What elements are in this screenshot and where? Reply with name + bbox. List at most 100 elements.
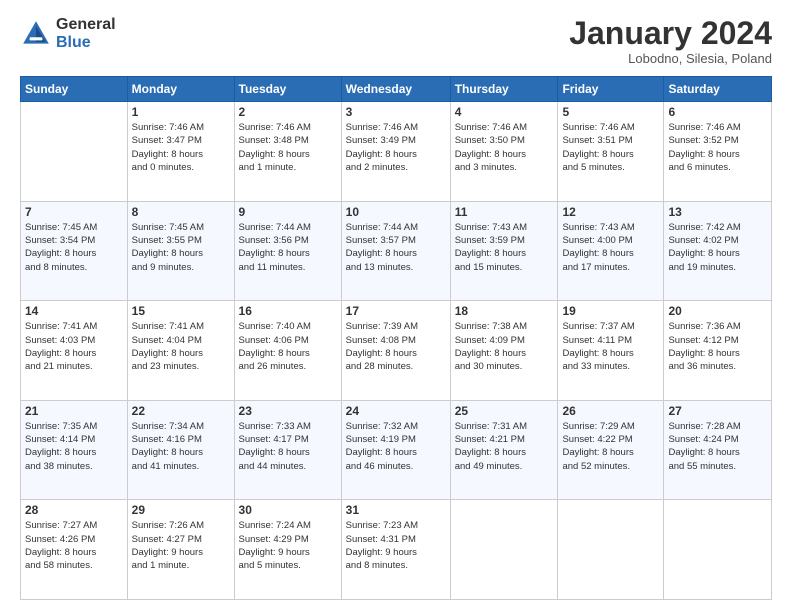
day-number-18: 18 (455, 304, 554, 318)
day-info-13: Sunrise: 7:42 AMSunset: 4:02 PMDaylight:… (668, 221, 767, 274)
cell-2-1: 15 Sunrise: 7:41 AMSunset: 4:04 PMDayligh… (127, 301, 234, 401)
day-info-15: Sunrise: 7:41 AMSunset: 4:04 PMDaylight:… (132, 320, 230, 373)
day-number-22: 22 (132, 404, 230, 418)
cell-1-2: 9 Sunrise: 7:44 AMSunset: 3:56 PMDaylight… (234, 201, 341, 301)
day-info-19: Sunrise: 7:37 AMSunset: 4:11 PMDaylight:… (562, 320, 659, 373)
day-number-2: 2 (239, 105, 337, 119)
cell-2-3: 17Sunrise: 7:39 AMSunset: 4:08 PMDayligh… (341, 301, 450, 401)
cell-3-2: 23 Sunrise: 7:33 AMSunset: 4:17 PMDayligh… (234, 400, 341, 500)
cell-3-6: 27Sunrise: 7:28 AMSunset: 4:24 PMDayligh… (664, 400, 772, 500)
day-number-1: 1 (132, 105, 230, 119)
day-number-4: 4 (455, 105, 554, 119)
day-number-25: 25 (455, 404, 554, 418)
day-info-27: Sunrise: 7:28 AMSunset: 4:24 PMDaylight:… (668, 420, 767, 473)
day-info-2: Sunrise: 7:46 AMSunset: 3:48 PMDaylight:… (239, 121, 337, 174)
day-info-26: Sunrise: 7:29 AMSunset: 4:22 PMDaylight:… (562, 420, 659, 473)
day-info-31: Sunrise: 7:23 AMSunset: 4:31 PMDaylight:… (346, 519, 446, 572)
day-info-25: Sunrise: 7:31 AMSunset: 4:21 PMDaylight:… (455, 420, 554, 473)
logo-text: General Blue (56, 16, 116, 51)
day-number-5: 5 (562, 105, 659, 119)
cell-1-6: 13 Sunrise: 7:42 AMSunset: 4:02 PMDayligh… (664, 201, 772, 301)
logo: General Blue (20, 16, 116, 51)
day-number-19: 19 (562, 304, 659, 318)
cell-4-0: 28 Sunrise: 7:27 AMSunset: 4:26 PMDayligh… (21, 500, 128, 600)
col-monday: Monday (127, 77, 234, 102)
cell-1-3: 10Sunrise: 7:44 AMSunset: 3:57 PMDayligh… (341, 201, 450, 301)
day-number-13: 13 (668, 205, 767, 219)
day-info-20: Sunrise: 7:36 AMSunset: 4:12 PMDaylight:… (668, 320, 767, 373)
cell-4-5 (558, 500, 664, 600)
cell-4-1: 29Sunrise: 7:26 AMSunset: 4:27 PMDayligh… (127, 500, 234, 600)
calendar-header: Sunday Monday Tuesday Wednesday Thursday… (21, 77, 772, 102)
day-number-28: 28 (25, 503, 123, 517)
cell-4-6 (664, 500, 772, 600)
day-info-21: Sunrise: 7:35 AMSunset: 4:14 PMDaylight:… (25, 420, 123, 473)
day-number-23: 23 (239, 404, 337, 418)
day-number-11: 11 (455, 205, 554, 219)
cell-0-0 (21, 102, 128, 202)
day-info-5: Sunrise: 7:46 AMSunset: 3:51 PMDaylight:… (562, 121, 659, 174)
day-info-7: Sunrise: 7:45 AMSunset: 3:54 PMDaylight:… (25, 221, 123, 274)
day-info-1: Sunrise: 7:46 AMSunset: 3:47 PMDaylight:… (132, 121, 230, 174)
cell-2-2: 16 Sunrise: 7:40 AMSunset: 4:06 PMDayligh… (234, 301, 341, 401)
calendar-table: Sunday Monday Tuesday Wednesday Thursday… (20, 76, 772, 600)
day-number-15: 15 (132, 304, 230, 318)
logo-blue-text: Blue (56, 34, 116, 52)
day-number-30: 30 (239, 503, 337, 517)
cell-4-3: 31 Sunrise: 7:23 AMSunset: 4:31 PMDayligh… (341, 500, 450, 600)
cell-0-3: 3 Sunrise: 7:46 AMSunset: 3:49 PMDaylight… (341, 102, 450, 202)
day-info-17: Sunrise: 7:39 AMSunset: 4:08 PMDaylight:… (346, 320, 446, 373)
col-tuesday: Tuesday (234, 77, 341, 102)
day-info-3: Sunrise: 7:46 AMSunset: 3:49 PMDaylight:… (346, 121, 446, 174)
location-subtitle: Lobodno, Silesia, Poland (569, 51, 772, 66)
week-row-4: 28 Sunrise: 7:27 AMSunset: 4:26 PMDayligh… (21, 500, 772, 600)
header: General Blue January 2024 Lobodno, Siles… (20, 16, 772, 66)
cell-2-6: 20 Sunrise: 7:36 AMSunset: 4:12 PMDayligh… (664, 301, 772, 401)
cell-3-0: 21 Sunrise: 7:35 AMSunset: 4:14 PMDayligh… (21, 400, 128, 500)
cell-2-4: 18 Sunrise: 7:38 AMSunset: 4:09 PMDayligh… (450, 301, 558, 401)
day-number-12: 12 (562, 205, 659, 219)
day-number-26: 26 (562, 404, 659, 418)
cell-0-6: 6Sunrise: 7:46 AMSunset: 3:52 PMDaylight… (664, 102, 772, 202)
cell-3-3: 24Sunrise: 7:32 AMSunset: 4:19 PMDayligh… (341, 400, 450, 500)
day-info-10: Sunrise: 7:44 AMSunset: 3:57 PMDaylight:… (346, 221, 446, 274)
day-info-30: Sunrise: 7:24 AMSunset: 4:29 PMDaylight:… (239, 519, 337, 572)
page: General Blue January 2024 Lobodno, Siles… (0, 0, 792, 612)
col-saturday: Saturday (664, 77, 772, 102)
day-info-4: Sunrise: 7:46 AMSunset: 3:50 PMDaylight:… (455, 121, 554, 174)
day-info-14: Sunrise: 7:41 AMSunset: 4:03 PMDaylight:… (25, 320, 123, 373)
day-info-16: Sunrise: 7:40 AMSunset: 4:06 PMDaylight:… (239, 320, 337, 373)
week-row-0: 1 Sunrise: 7:46 AMSunset: 3:47 PMDaylight… (21, 102, 772, 202)
day-info-18: Sunrise: 7:38 AMSunset: 4:09 PMDaylight:… (455, 320, 554, 373)
cell-0-1: 1 Sunrise: 7:46 AMSunset: 3:47 PMDaylight… (127, 102, 234, 202)
cell-0-4: 4 Sunrise: 7:46 AMSunset: 3:50 PMDaylight… (450, 102, 558, 202)
day-number-21: 21 (25, 404, 123, 418)
day-info-22: Sunrise: 7:34 AMSunset: 4:16 PMDaylight:… (132, 420, 230, 473)
day-number-31: 31 (346, 503, 446, 517)
col-wednesday: Wednesday (341, 77, 450, 102)
day-number-3: 3 (346, 105, 446, 119)
col-thursday: Thursday (450, 77, 558, 102)
cell-3-1: 22 Sunrise: 7:34 AMSunset: 4:16 PMDayligh… (127, 400, 234, 500)
cell-1-4: 11Sunrise: 7:43 AMSunset: 3:59 PMDayligh… (450, 201, 558, 301)
cell-1-5: 12 Sunrise: 7:43 AMSunset: 4:00 PMDayligh… (558, 201, 664, 301)
day-number-9: 9 (239, 205, 337, 219)
col-friday: Friday (558, 77, 664, 102)
day-info-23: Sunrise: 7:33 AMSunset: 4:17 PMDaylight:… (239, 420, 337, 473)
cell-0-5: 5 Sunrise: 7:46 AMSunset: 3:51 PMDaylight… (558, 102, 664, 202)
weekday-row: Sunday Monday Tuesday Wednesday Thursday… (21, 77, 772, 102)
week-row-1: 7Sunrise: 7:45 AMSunset: 3:54 PMDaylight… (21, 201, 772, 301)
cell-2-0: 14 Sunrise: 7:41 AMSunset: 4:03 PMDayligh… (21, 301, 128, 401)
cell-3-4: 25 Sunrise: 7:31 AMSunset: 4:21 PMDayligh… (450, 400, 558, 500)
col-sunday: Sunday (21, 77, 128, 102)
day-number-20: 20 (668, 304, 767, 318)
day-number-16: 16 (239, 304, 337, 318)
day-number-14: 14 (25, 304, 123, 318)
day-info-28: Sunrise: 7:27 AMSunset: 4:26 PMDaylight:… (25, 519, 123, 572)
day-number-24: 24 (346, 404, 446, 418)
cell-3-5: 26 Sunrise: 7:29 AMSunset: 4:22 PMDayligh… (558, 400, 664, 500)
day-info-9: Sunrise: 7:44 AMSunset: 3:56 PMDaylight:… (239, 221, 337, 274)
week-row-3: 21 Sunrise: 7:35 AMSunset: 4:14 PMDayligh… (21, 400, 772, 500)
day-info-12: Sunrise: 7:43 AMSunset: 4:00 PMDaylight:… (562, 221, 659, 274)
day-number-8: 8 (132, 205, 230, 219)
